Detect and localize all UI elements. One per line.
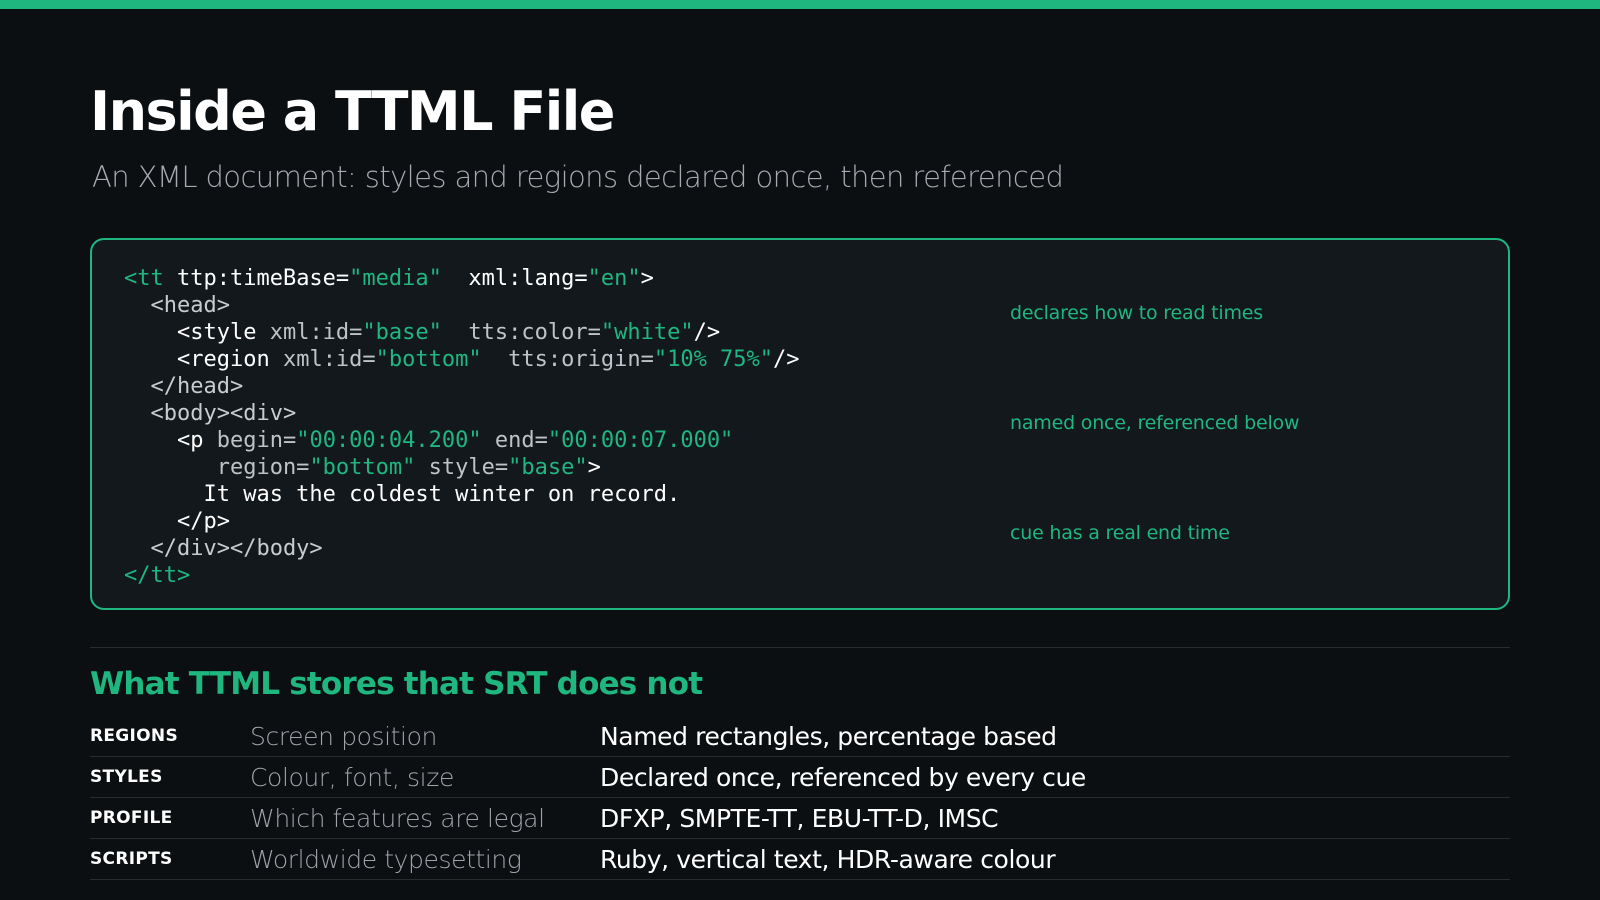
features-table: REGIONS Screen position Named rectangles… xyxy=(90,716,1510,880)
feature-key: SCRIPTS xyxy=(90,849,173,869)
code-token: "bottom" xyxy=(375,347,482,372)
code-token: <tt xyxy=(124,266,177,291)
code-line: <style xml:id="base" tts:color="white"/> xyxy=(124,319,800,346)
code-line: region="bottom" style="base"> xyxy=(124,454,800,481)
code-token: "00:00:04.200" xyxy=(296,428,482,453)
code-line: <tt ttp:timeBase="media" xml:lang="en"> xyxy=(124,265,800,292)
section-heading: What TTML stores that SRT does not xyxy=(90,666,703,702)
code-token: </tt> xyxy=(124,563,191,588)
code-token: ttp:timeBase= xyxy=(176,266,350,291)
code-token: region= xyxy=(124,455,310,480)
section-divider xyxy=(90,647,1510,648)
feature-key: STYLES xyxy=(90,767,163,787)
code-token: "media" xyxy=(349,266,442,291)
code-token: </div></body> xyxy=(124,536,323,561)
code-token: xml:lang= xyxy=(441,266,588,291)
feature-value: Named rectangles, percentage based xyxy=(600,721,1057,751)
code-token: tts:color= xyxy=(441,320,601,345)
code-token: > xyxy=(587,455,601,480)
code-token: It was the coldest winter on record. xyxy=(124,482,681,507)
feature-key: REGIONS xyxy=(90,726,179,746)
feature-value: Ruby, vertical text, HDR-aware colour xyxy=(600,844,1056,874)
code-token: <head> xyxy=(124,293,230,318)
code-line: <region xml:id="bottom" tts:origin="10% … xyxy=(124,346,800,373)
code-token: <region xyxy=(124,347,283,372)
code-line: It was the coldest winter on record. xyxy=(124,481,800,508)
code-token: </p> xyxy=(124,509,230,534)
code-token: "white" xyxy=(600,320,694,345)
code-token: /> xyxy=(693,320,721,345)
code-token: "10% 75%" xyxy=(653,347,774,372)
feature-row-regions: REGIONS Screen position Named rectangles… xyxy=(90,716,1510,757)
feature-label: Colour, font, size xyxy=(250,762,454,792)
code-line: </head> xyxy=(124,373,800,400)
code-token: "base" xyxy=(508,455,588,480)
code-token: "en" xyxy=(587,266,641,291)
feature-value: Declared once, referenced by every cue xyxy=(600,762,1086,792)
code-annotation-end-time: cue has a real end time xyxy=(1010,522,1230,544)
code-token: end= xyxy=(481,428,548,453)
feature-row-scripts: SCRIPTS Worldwide typesetting Ruby, vert… xyxy=(90,839,1510,880)
code-annotation-timebase: declares how to read times xyxy=(1010,302,1263,324)
slide-subtitle: An XML document: styles and regions decl… xyxy=(92,160,1064,194)
code-line: <body><div> xyxy=(124,400,800,427)
code-token: tts:origin= xyxy=(481,347,654,372)
code-annotation-named-once: named once, referenced below xyxy=(1010,412,1300,434)
code-token: "00:00:07.000" xyxy=(547,428,734,453)
code-token: <body><div> xyxy=(124,401,297,426)
feature-label: Worldwide typesetting xyxy=(250,844,522,874)
feature-value: DFXP, SMPTE-TT, EBU-TT-D, IMSC xyxy=(600,803,999,833)
accent-top-bar xyxy=(0,0,1600,9)
ttml-code-block: <tt ttp:timeBase="media" xml:lang="en"> … xyxy=(124,265,800,589)
code-line: </div></body> xyxy=(124,535,800,562)
slide-title: Inside a TTML File xyxy=(90,80,615,143)
feature-row-styles: STYLES Colour, font, size Declared once,… xyxy=(90,757,1510,798)
code-token: "bottom" xyxy=(309,455,416,480)
code-token: begin= xyxy=(216,428,297,453)
feature-row-profile: PROFILE Which features are legal DFXP, S… xyxy=(90,798,1510,839)
code-token: </head> xyxy=(124,374,244,399)
code-token: <p xyxy=(124,428,217,453)
code-line: </tt> xyxy=(124,562,800,589)
code-line: <p begin="00:00:04.200" end="00:00:07.00… xyxy=(124,427,800,454)
code-token: "base" xyxy=(362,320,442,345)
code-token: xml:id= xyxy=(269,320,363,345)
code-line: <head> xyxy=(124,292,800,319)
code-token: xml:id= xyxy=(282,347,376,372)
feature-label: Which features are legal xyxy=(250,803,545,833)
feature-key: PROFILE xyxy=(90,808,173,828)
code-token: > xyxy=(640,266,654,291)
feature-label: Screen position xyxy=(250,721,437,751)
code-example-panel: <tt ttp:timeBase="media" xml:lang="en"> … xyxy=(90,238,1510,610)
code-line: </p> xyxy=(124,508,800,535)
code-token: <style xyxy=(124,320,270,345)
code-token: /> xyxy=(773,347,800,372)
code-token: style= xyxy=(415,455,509,480)
